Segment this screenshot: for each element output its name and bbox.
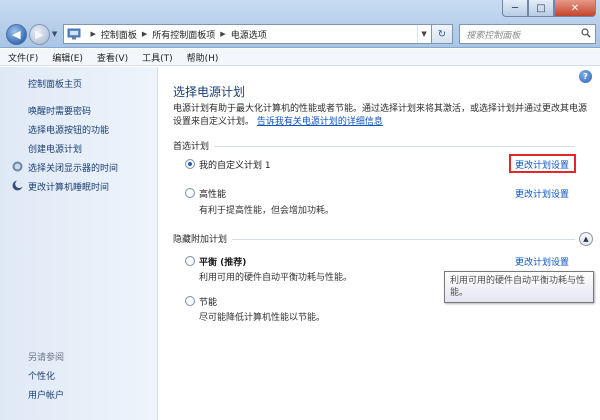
sidebar-item-sleep-time[interactable]: 更改计算机睡眠时间	[28, 180, 109, 193]
recent-pages-dropdown[interactable]: ▼	[50, 30, 60, 38]
highlight-box	[509, 154, 576, 173]
change-plan-settings-link[interactable]: 更改计划设置	[515, 255, 569, 268]
monitor-icon	[12, 161, 23, 172]
breadcrumb-control-panel[interactable]: 控制面板	[101, 28, 137, 41]
menu-view[interactable]: 查看(V)	[97, 51, 128, 64]
plan-desc-balanced: 利用可用的硬件自动平衡功耗与性能。	[199, 273, 353, 283]
breadcrumb-separator: ▶	[90, 30, 96, 38]
forward-button[interactable]: ▶	[28, 23, 50, 45]
preferred-plans-label: 首选计划	[173, 142, 215, 152]
change-plan-settings-link[interactable]: 更改计划设置	[515, 187, 569, 200]
preferred-plans-header: 首选计划	[173, 139, 593, 153]
task-pane: 控制面板主页 唤醒时需要密码 选择电源按钮的功能 创建电源计划 选择关闭显示器的…	[0, 67, 158, 420]
plan-radio-high-performance[interactable]	[185, 188, 195, 198]
page-description: 电源计划有助于最大化计算机的性能或者节能。通过选择计划来将其激活，或选择计划并通…	[173, 103, 588, 129]
address-bar[interactable]: ▶ 控制面板 ▶ 所有控制面板项 ▶ 电源选项 ▼	[63, 24, 432, 44]
plan-desc-high-performance: 有利于提高性能，但会增加功耗。	[199, 206, 335, 216]
menu-tools[interactable]: 工具(T)	[142, 51, 173, 64]
search-input[interactable]: 搜索控制面板	[466, 28, 577, 41]
sidebar-item-display-off[interactable]: 选择关闭显示器的时间	[28, 161, 118, 174]
menu-file[interactable]: 文件(F)	[8, 51, 38, 64]
plan-desc-power-saver: 尽可能降低计算机性能以节能。	[199, 313, 326, 323]
main-content: ? 选择电源计划 电源计划有助于最大化计算机的性能或者节能。通过选择计划来将其激…	[159, 67, 600, 420]
address-dropdown-icon[interactable]: ▼	[416, 25, 431, 43]
breadcrumb-separator: ▶	[220, 30, 226, 38]
plan-name-high-performance[interactable]: 高性能	[199, 187, 226, 200]
menu-edit[interactable]: 编辑(E)	[52, 51, 83, 64]
control-panel-icon	[68, 28, 81, 40]
back-button[interactable]: ◀	[6, 23, 27, 45]
sidebar-item-power-buttons[interactable]: 选择电源按钮的功能	[28, 123, 109, 136]
hidden-plans-header: 隐藏附加计划 ▲	[173, 232, 593, 246]
plan-name-balanced-bold: 平衡 (推荐)	[199, 258, 247, 268]
caption-buttons: ─ □ ✕	[502, 0, 596, 18]
collapse-chevron-icon[interactable]: ▲	[579, 232, 593, 246]
menu-bar: 文件(F) 编辑(E) 查看(V) 工具(T) 帮助(H)	[0, 49, 600, 66]
close-button[interactable]: ✕	[554, 0, 596, 17]
moon-icon	[12, 180, 23, 191]
power-plan-info-link[interactable]: 告诉我有关电源计划的详细信息	[257, 117, 383, 127]
see-also-heading: 另请参阅	[28, 353, 65, 363]
sidebar-item-create-plan[interactable]: 创建电源计划	[28, 142, 82, 155]
plan-name-balanced[interactable]: 平衡 (推荐)	[199, 255, 246, 268]
plan-name-power-saver[interactable]: 节能	[199, 295, 217, 308]
plan-radio-balanced[interactable]	[185, 256, 195, 266]
plan-radio-power-saver[interactable]	[185, 296, 195, 306]
see-also-user-accounts[interactable]: 用户帐户	[28, 388, 64, 401]
window-chrome: ─ □ ✕ ◀ ▶ ▼ ▶ 控制面板 ▶ 所有控制面板项 ▶ 电源选项 ▼ ↻ …	[0, 0, 600, 48]
breadcrumb-separator: ▶	[141, 30, 148, 38]
help-icon[interactable]: ?	[579, 70, 592, 83]
plan-radio-custom[interactable]	[185, 159, 195, 169]
page-title: 选择电源计划	[173, 85, 246, 99]
control-panel-home-link[interactable]: 控制面板主页	[28, 77, 82, 90]
minimize-button[interactable]: ─	[502, 0, 528, 17]
menu-help[interactable]: 帮助(H)	[187, 51, 219, 64]
navigation-row: ◀ ▶ ▼ ▶ 控制面板 ▶ 所有控制面板项 ▶ 电源选项 ▼ ↻ 搜索控制面板	[6, 22, 596, 46]
search-box[interactable]: 搜索控制面板	[459, 24, 596, 44]
tooltip: 利用可用的硬件自动平衡功耗与性能。	[444, 271, 594, 303]
search-icon[interactable]	[577, 27, 595, 41]
see-also-personalization[interactable]: 个性化	[28, 369, 55, 382]
breadcrumb-all-items[interactable]: 所有控制面板项	[152, 28, 215, 41]
plan-name-custom[interactable]: 我的自定义计划 1	[199, 158, 271, 171]
breadcrumb-power-options[interactable]: 电源选项	[231, 28, 267, 41]
maximize-button[interactable]: □	[528, 0, 554, 17]
sidebar-item-require-password[interactable]: 唤醒时需要密码	[28, 104, 91, 117]
hidden-plans-label: 隐藏附加计划	[173, 235, 233, 245]
refresh-button[interactable]: ↻	[431, 24, 454, 44]
